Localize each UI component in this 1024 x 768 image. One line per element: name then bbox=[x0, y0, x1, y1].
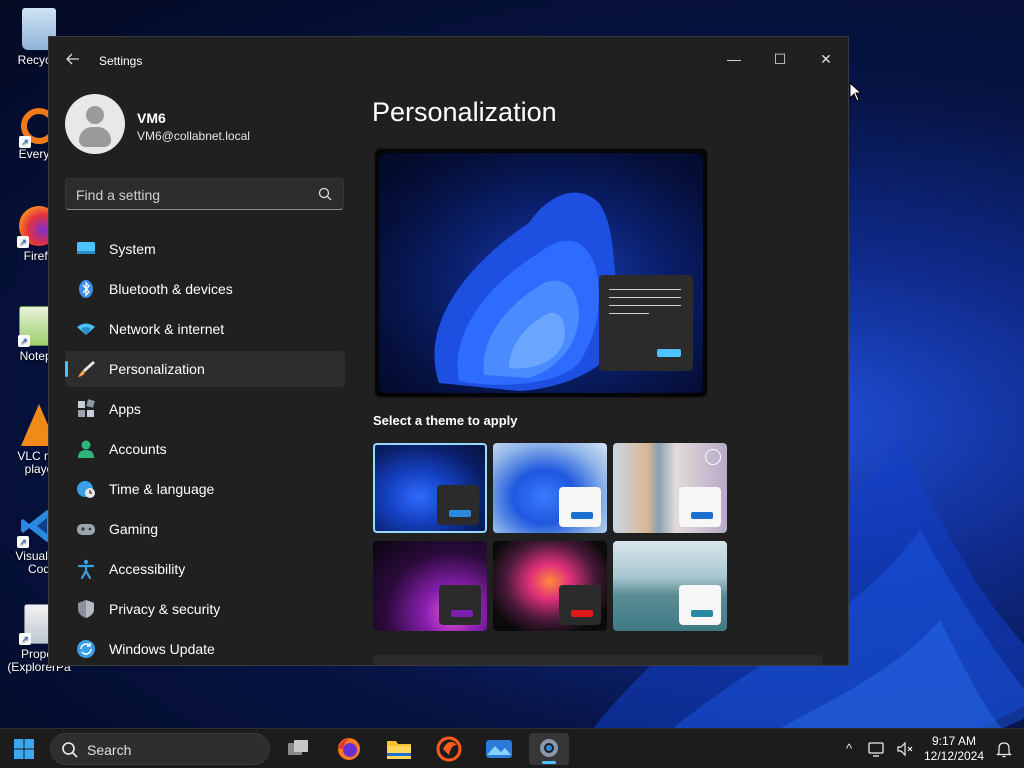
settings-nav: System Bluetooth & devices Network & int… bbox=[65, 231, 345, 665]
nav-label: Network & internet bbox=[109, 321, 225, 337]
user-name: VM6 bbox=[137, 110, 166, 126]
globe-clock-icon bbox=[77, 481, 95, 498]
search-input[interactable] bbox=[76, 185, 306, 205]
preview-window-card bbox=[599, 275, 693, 371]
clock-time: 9:17 AM bbox=[931, 734, 977, 748]
user-email: VM6@collabnet.local bbox=[137, 129, 250, 143]
chevron-up-icon: ^ bbox=[845, 741, 853, 756]
search-icon bbox=[318, 187, 332, 201]
task-view-button[interactable] bbox=[278, 733, 318, 765]
avatar bbox=[65, 94, 125, 154]
network-tray-button[interactable] bbox=[867, 739, 887, 759]
nav-item-accessibility[interactable]: Accessibility bbox=[65, 551, 345, 587]
notifications-button[interactable] bbox=[994, 739, 1014, 759]
nav-item-gaming[interactable]: Gaming bbox=[65, 511, 345, 547]
nav-label: Privacy & security bbox=[109, 601, 221, 617]
nav-label: System bbox=[109, 241, 156, 257]
taskbar: Search ^ 9:17 AM 12/12/2024 bbox=[0, 728, 1024, 768]
gamepad-icon bbox=[77, 524, 95, 535]
bluetooth-icon bbox=[79, 280, 93, 298]
firefox-icon bbox=[338, 738, 360, 760]
search-icon bbox=[62, 742, 78, 758]
theme-tile-glow[interactable] bbox=[373, 541, 487, 631]
personalization-page: Personalization Select a theme to apply bbox=[371, 37, 831, 665]
taskbar-clock[interactable]: 9:17 AM 12/12/2024 bbox=[912, 734, 996, 764]
nav-item-network[interactable]: Network & internet bbox=[65, 311, 345, 347]
theme-tile-captured-motion[interactable] bbox=[493, 541, 607, 631]
system-icon bbox=[77, 242, 95, 254]
accessibility-icon bbox=[77, 559, 95, 579]
arrow-left-icon bbox=[66, 53, 79, 65]
nav-label: Apps bbox=[109, 401, 141, 417]
nav-label: Accessibility bbox=[109, 561, 186, 577]
settings-window: Settings — ☐ ✕ VM6 VM6@collabnet.local S… bbox=[48, 36, 849, 666]
nav-label: Time & language bbox=[109, 481, 215, 497]
preview-wallpaper bbox=[379, 153, 703, 393]
shield-icon bbox=[78, 600, 94, 618]
apps-icon bbox=[78, 399, 95, 417]
nav-label: Bluetooth & devices bbox=[109, 281, 233, 297]
photos-icon bbox=[486, 740, 512, 758]
clock-date: 12/12/2024 bbox=[923, 749, 985, 763]
theme-tile-windows-light[interactable] bbox=[493, 443, 607, 533]
nav-item-apps[interactable]: Apps bbox=[65, 391, 345, 427]
nav-item-privacy[interactable]: Privacy & security bbox=[65, 591, 345, 627]
wifi-icon bbox=[77, 323, 95, 335]
page-title: Personalization bbox=[372, 97, 557, 127]
nav-item-time-language[interactable]: Time & language bbox=[65, 471, 345, 507]
taskbar-firefox[interactable] bbox=[329, 733, 369, 765]
app-icon bbox=[436, 736, 462, 762]
nav-label: Gaming bbox=[109, 521, 159, 537]
find-setting-search[interactable] bbox=[65, 178, 344, 210]
task-view-icon bbox=[288, 740, 308, 755]
brush-icon bbox=[78, 361, 95, 377]
network-monitor-icon bbox=[868, 742, 884, 757]
nav-item-accounts[interactable]: Accounts bbox=[65, 431, 345, 467]
window-title: Settings bbox=[99, 54, 143, 68]
taskbar-settings[interactable] bbox=[529, 733, 569, 765]
taskbar-photos[interactable] bbox=[479, 733, 519, 765]
update-icon bbox=[77, 640, 95, 658]
theme-tile-windows-dark[interactable] bbox=[373, 443, 487, 533]
person-icon bbox=[78, 440, 94, 458]
taskbar-search-label: Search bbox=[87, 742, 132, 758]
start-button[interactable] bbox=[8, 733, 40, 765]
theme-tile-flow[interactable] bbox=[613, 541, 727, 631]
settings-icon bbox=[540, 739, 558, 757]
nav-item-system[interactable]: System bbox=[65, 231, 345, 267]
nav-item-bluetooth[interactable]: Bluetooth & devices bbox=[65, 271, 345, 307]
nav-item-personalization[interactable]: Personalization bbox=[65, 351, 345, 387]
windows-logo-icon bbox=[14, 739, 34, 759]
nav-label: Windows Update bbox=[109, 641, 215, 657]
bell-icon bbox=[996, 742, 1012, 758]
taskbar-app[interactable] bbox=[429, 733, 469, 765]
theme-preview bbox=[373, 147, 709, 399]
theme-tile-spotlight[interactable] bbox=[613, 443, 727, 533]
nav-label: Accounts bbox=[109, 441, 167, 457]
themes-label: Select a theme to apply bbox=[373, 413, 518, 428]
next-section-card bbox=[373, 655, 823, 665]
nav-item-windows-update[interactable]: Windows Update bbox=[65, 631, 345, 665]
back-button[interactable] bbox=[63, 51, 83, 71]
slideshow-icon bbox=[705, 449, 721, 465]
nav-label: Personalization bbox=[109, 361, 205, 377]
mouse-cursor-icon bbox=[849, 82, 863, 102]
taskbar-search[interactable]: Search bbox=[50, 733, 270, 765]
file-explorer-icon bbox=[387, 741, 411, 759]
taskbar-file-explorer[interactable] bbox=[379, 733, 419, 765]
show-hidden-icons-button[interactable]: ^ bbox=[839, 739, 859, 759]
